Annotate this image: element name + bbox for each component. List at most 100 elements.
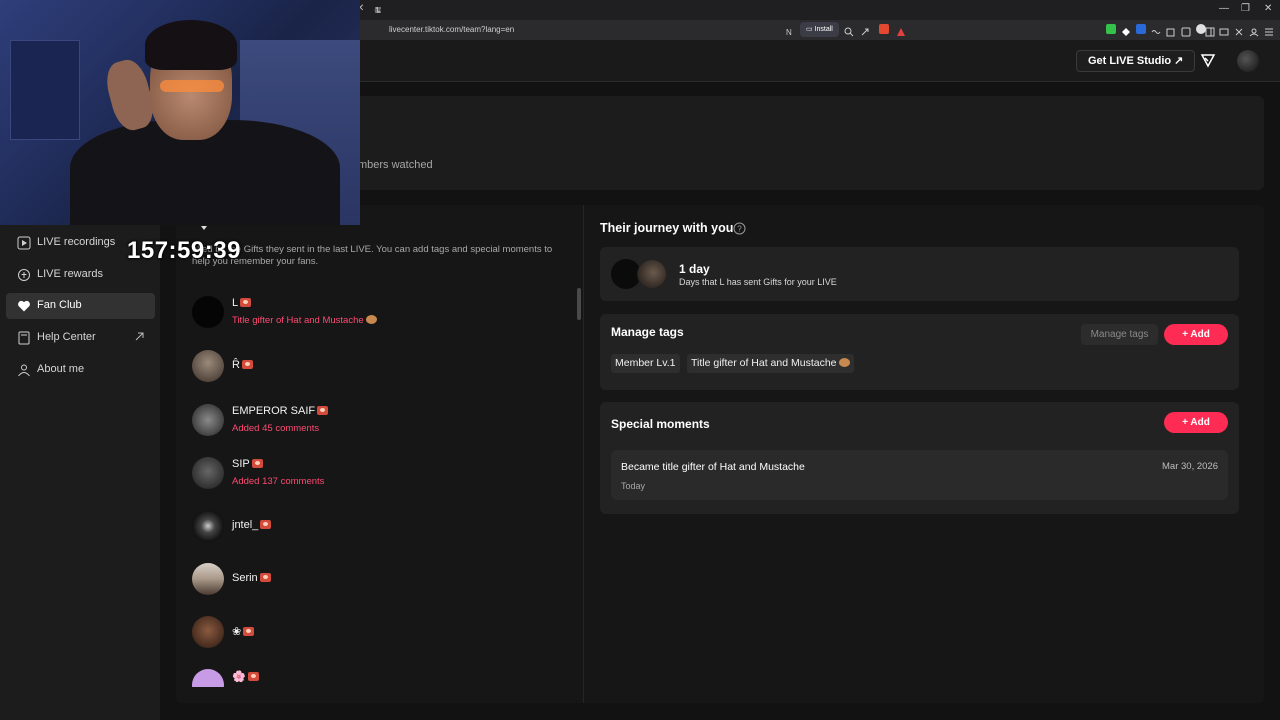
manage-tags-title: Manage tags	[611, 325, 684, 339]
person-icon	[18, 364, 30, 377]
sidebar-item-label: Help Center	[37, 331, 96, 343]
sidebar-item-fan-club[interactable]: Fan Club	[6, 293, 155, 319]
list-item[interactable]: Serin	[192, 563, 572, 603]
fan-name: R̂	[232, 359, 253, 371]
sidebar-item-help-center[interactable]: Help Center	[6, 325, 155, 351]
moment-subtitle: Today	[621, 481, 646, 491]
heart-icon	[18, 300, 30, 312]
fan-badge-icon	[259, 573, 271, 582]
install-button[interactable]: ▭ Install	[800, 22, 839, 37]
avatar[interactable]	[1237, 50, 1259, 72]
svg-text:?: ?	[737, 225, 742, 234]
restore-icon[interactable]: ❐	[1241, 3, 1250, 14]
fan-name: L	[232, 297, 252, 309]
fan-name: jntel_	[232, 519, 272, 531]
get-live-studio-button[interactable]: Get LIVE Studio ↗	[1076, 50, 1196, 72]
moment-title: Became title gifter of Hat and Mustache	[621, 461, 805, 473]
fan-name: ❀	[232, 625, 255, 638]
sidebar-item-label: LIVE recordings	[37, 236, 116, 248]
install-label: Install	[814, 26, 833, 33]
avatar	[192, 404, 224, 436]
minimize-icon[interactable]: —	[1219, 3, 1229, 14]
menu-icon[interactable]	[1264, 24, 1274, 36]
profile-icon[interactable]	[1249, 24, 1259, 37]
avatar	[637, 259, 667, 289]
webcam-poster	[10, 40, 80, 140]
leo-icon[interactable]	[1234, 24, 1244, 36]
tag-chip[interactable]: Member Lv.1	[611, 354, 680, 373]
close-window-icon[interactable]: ✕	[1264, 3, 1272, 14]
fan-ranking-description: nked by the Gifts they sent in the last …	[192, 244, 553, 267]
extension-puzzle-icon[interactable]	[1166, 24, 1176, 37]
fan-name: EMPEROR SAIF	[232, 405, 329, 417]
sidebar-item-live-rewards[interactable]: LIVE rewards	[6, 262, 155, 288]
svg-text:N: N	[786, 28, 792, 37]
webcam-person-hair	[145, 20, 237, 70]
webcam-glasses	[160, 80, 224, 92]
fan-list-scrollbar[interactable]	[577, 288, 581, 320]
fan-subtitle: Title gifter of Hat and Mustache	[232, 315, 377, 326]
extension-box-icon[interactable]	[1181, 24, 1191, 37]
avatar	[192, 296, 224, 328]
share-icon[interactable]	[860, 24, 870, 36]
avatar	[192, 669, 224, 687]
extension-green-icon[interactable]	[1106, 24, 1116, 34]
wallet-icon[interactable]	[1219, 24, 1229, 36]
list-item[interactable]: jntel_	[192, 510, 572, 550]
manage-tags-button[interactable]: Manage tags	[1081, 324, 1158, 345]
avatar	[192, 510, 224, 542]
fan-name: SIP	[232, 458, 263, 470]
extension-diamond-icon[interactable]	[1121, 24, 1131, 36]
fan-badge-icon	[240, 298, 252, 307]
hat-mustache-icon	[365, 315, 377, 324]
list-item[interactable]: SIP Added 137 comments	[192, 457, 572, 497]
help-book-icon	[18, 331, 30, 345]
extension-blue-icon[interactable]	[1136, 24, 1146, 34]
sidebar-item-label: Fan Club	[37, 299, 82, 311]
list-item[interactable]: R̂	[192, 350, 572, 390]
list-item[interactable]: 🌸	[192, 669, 572, 687]
add-moment-button[interactable]: + Add	[1164, 412, 1228, 433]
reader-icon[interactable]: N	[785, 24, 795, 37]
site-settings-icon[interactable]	[374, 6, 382, 14]
fan-subtitle: Added 45 comments	[232, 423, 320, 434]
sidebar-item-about-me[interactable]: About me	[6, 357, 155, 383]
fan-badge-icon	[251, 459, 263, 468]
avatar	[192, 350, 224, 382]
hat-mustache-icon	[838, 358, 850, 367]
rewards-triangle-icon[interactable]	[896, 24, 906, 36]
tag-chip[interactable]: Title gifter of Hat and Mustache	[687, 354, 854, 373]
avatar	[192, 563, 224, 595]
list-item[interactable]: EMPEROR SAIF Added 45 comments	[192, 404, 572, 444]
journey-description: Days that L has sent Gifts for your LIVE	[679, 277, 837, 287]
journey-title: Their journey with you	[600, 221, 734, 235]
sidebar: LIVE recordings LIVE rewards Fan Club He…	[0, 224, 160, 720]
zoom-icon[interactable]	[844, 24, 854, 37]
external-link-icon	[135, 332, 144, 341]
recording-icon	[17, 236, 31, 250]
fan-subtitle: Added 137 comments	[232, 476, 325, 487]
fan-badge-icon	[243, 627, 255, 636]
fan-name: 🌸	[232, 670, 259, 683]
column-divider	[583, 205, 584, 703]
reward-icon	[18, 269, 30, 281]
add-tag-button[interactable]: + Add	[1164, 324, 1228, 345]
list-item[interactable]: L Title gifter of Hat and Mustache	[192, 296, 572, 336]
send-feedback-icon[interactable]	[1200, 53, 1216, 69]
moment-item[interactable]: Became title gifter of Hat and Mustache …	[611, 450, 1228, 500]
timer-caret-icon	[201, 226, 207, 230]
sidebar-toggle-icon[interactable]	[1205, 24, 1215, 37]
extension-wave-icon[interactable]	[1151, 24, 1161, 34]
sidebar-item-label: About me	[37, 363, 85, 375]
journey-days: 1 day	[679, 262, 710, 276]
install-icon: ▭	[806, 26, 815, 33]
fan-badge-icon	[260, 520, 272, 529]
brave-shield-icon[interactable]	[879, 24, 889, 34]
question-icon[interactable]: ?	[733, 222, 746, 235]
avatar	[192, 616, 224, 648]
stream-timer: 157:59:39	[127, 237, 241, 264]
fan-badge-icon	[247, 672, 259, 681]
list-item[interactable]: ❀	[192, 616, 572, 656]
moment-date: Mar 30, 2026	[1162, 461, 1218, 472]
avatar	[192, 457, 224, 489]
